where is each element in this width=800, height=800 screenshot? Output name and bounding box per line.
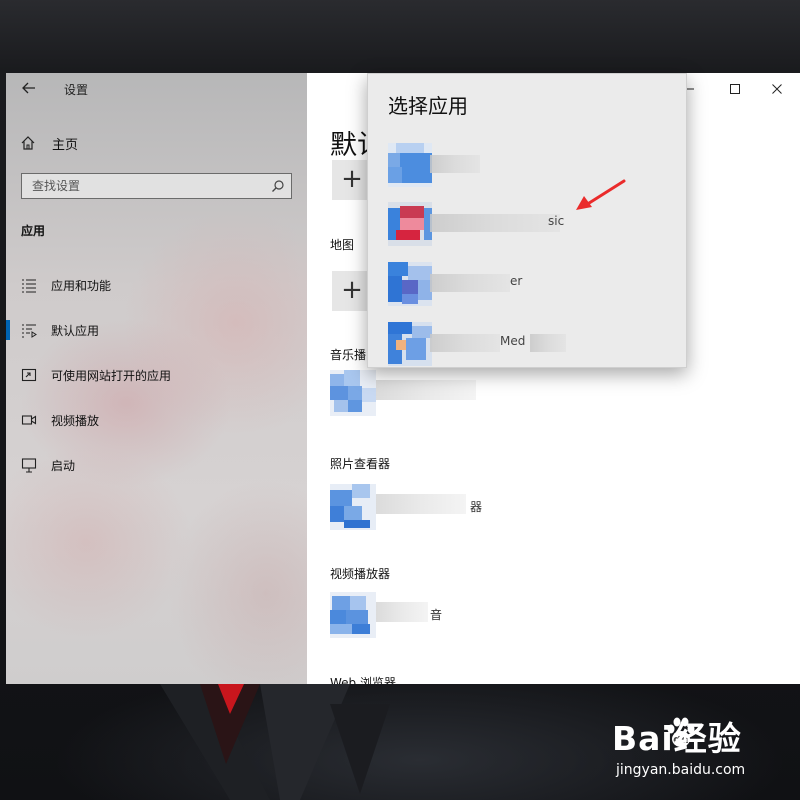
flyout-app-item[interactable]: Med [368, 314, 686, 374]
flyout-app-item[interactable]: er [368, 254, 686, 314]
category-label-photo-viewer: 照片查看器 [330, 457, 391, 471]
video-player-app-button[interactable]: 音 [330, 592, 530, 640]
apps-features-icon [22, 279, 36, 293]
app-name-visible: 器 [470, 500, 483, 514]
app-name-visible: sic [548, 214, 565, 228]
section-label: 应用 [21, 224, 46, 238]
category-label-video-player: 视频播放器 [330, 567, 391, 581]
app-icon-blurred [330, 592, 376, 638]
sidebar: 设置 主页 应用 应用和功能 [6, 73, 307, 684]
music-player-app-button[interactable] [330, 370, 530, 418]
app-name-visible: 音 [430, 608, 443, 622]
app-name-visible: er [510, 274, 523, 288]
app-name-blurred [376, 494, 466, 514]
apps-for-websites-icon [21, 368, 37, 382]
window-title: 设置 [64, 83, 89, 97]
red-arrow-annotation [576, 179, 626, 210]
app-name-blurred [430, 334, 500, 352]
app-name-blurred [430, 155, 480, 173]
app-icon-blurred [330, 484, 376, 530]
sidebar-item-label: 视频播放 [51, 414, 100, 428]
flyout-app-item[interactable] [368, 135, 686, 195]
app-name-blurred [530, 334, 566, 352]
search-box[interactable] [21, 173, 292, 199]
back-arrow-icon[interactable] [20, 79, 38, 97]
video-playback-icon [21, 415, 37, 425]
sidebar-item-label: 可使用网站打开的应用 [51, 369, 172, 383]
watermark-brand: Bai经验 [612, 719, 742, 758]
sidebar-item-startup[interactable]: 启动 [6, 447, 307, 483]
watermark-url: jingyan.baidu.com [616, 762, 746, 778]
search-icon[interactable] [271, 179, 285, 193]
plus-icon: + [341, 275, 363, 305]
flyout-app-item[interactable]: sic [368, 194, 686, 254]
flyout-title: 选择应用 [388, 94, 468, 118]
sidebar-item-video-playback[interactable]: 视频播放 [6, 402, 307, 438]
app-name-blurred [376, 380, 476, 400]
app-icon-blurred [388, 262, 432, 306]
close-button[interactable] [754, 73, 800, 105]
sidebar-item-apps-for-websites[interactable]: 可使用网站打开的应用 [6, 357, 307, 393]
category-label-web-browser: Web 浏览器 [330, 676, 396, 684]
app-name-blurred [430, 274, 510, 292]
sidebar-header: 设置 [6, 73, 307, 105]
sidebar-item-label: 默认应用 [51, 324, 100, 338]
choose-app-flyout: 选择应用 sic er Med [367, 73, 687, 368]
photo-viewer-app-button[interactable]: 器 [330, 484, 530, 532]
startup-icon [21, 458, 37, 473]
sidebar-item-default-apps[interactable]: 默认应用 [6, 312, 307, 348]
search-input[interactable] [22, 174, 262, 198]
baidu-jingyan-watermark: du Bai经验 jingyan.baidu.com [612, 712, 787, 787]
app-icon-blurred [388, 143, 432, 187]
choose-maps-app-button[interactable]: + [332, 271, 372, 311]
home-label: 主页 [52, 137, 79, 153]
sidebar-item-home[interactable]: 主页 [20, 131, 78, 155]
wallpaper-red-shape [160, 684, 390, 800]
app-name-blurred [376, 602, 428, 622]
maximize-button[interactable] [712, 73, 758, 105]
sidebar-item-label: 启动 [51, 459, 76, 473]
category-label-maps: 地图 [330, 238, 355, 252]
selection-indicator [6, 320, 10, 340]
app-name-visible: Med [500, 334, 526, 348]
sidebar-item-apps-features[interactable]: 应用和功能 [6, 267, 307, 303]
app-icon-blurred [330, 370, 376, 416]
close-icon [772, 84, 782, 94]
default-apps-icon [22, 324, 37, 338]
app-name-blurred [430, 214, 560, 232]
app-icon-blurred [388, 202, 432, 246]
home-icon [21, 136, 35, 150]
maximize-icon [730, 84, 740, 94]
app-icon-blurred [388, 322, 432, 366]
plus-icon: + [341, 164, 363, 194]
category-label-music: 音乐播 [330, 348, 367, 362]
choose-default-app-button[interactable]: + [332, 160, 372, 200]
sidebar-item-label: 应用和功能 [51, 279, 112, 293]
